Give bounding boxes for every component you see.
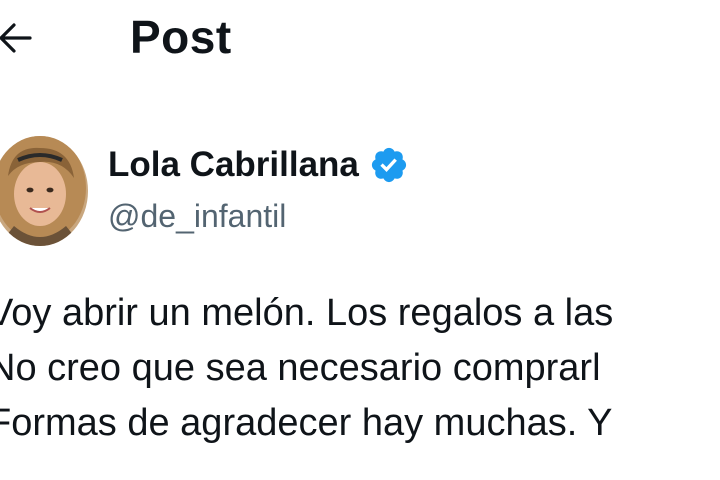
author-name-row: Lola Cabrillana — [108, 140, 409, 190]
post-text-line: Formas de agradecer hay muchas. Y — [0, 402, 613, 444]
screen: Post Lola Cabrillana @de_infantil Voy ab… — [0, 0, 720, 480]
top-bar: Post — [0, 0, 720, 80]
post-text-line: Voy abrir un melón. Los regalos a las — [0, 292, 614, 334]
avatar[interactable] — [0, 136, 88, 246]
profile-photo — [0, 136, 88, 246]
author-handle[interactable]: @de_infantil — [108, 196, 286, 236]
back-button[interactable] — [0, 14, 40, 62]
verified-badge-icon[interactable] — [369, 145, 409, 185]
arrow-left-icon — [0, 23, 32, 53]
post-text: Voy abrir un melón. Los regalos a las No… — [0, 286, 720, 451]
post-text-line: No creo que sea necesario comprarl — [0, 347, 601, 389]
page-title: Post — [130, 11, 232, 63]
author-display-name[interactable]: Lola Cabrillana — [108, 143, 359, 187]
